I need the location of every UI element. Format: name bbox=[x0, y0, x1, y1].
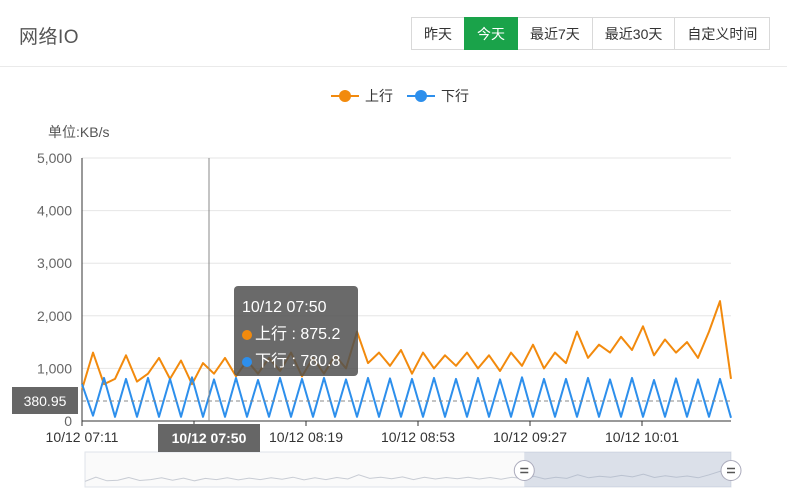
tooltip-dot-upload bbox=[242, 329, 252, 340]
chart-tooltip: 10/12 07:50 上行 : 875.2 下行 : 780.8 bbox=[234, 286, 358, 376]
tooltip-label-upload: 上行 bbox=[255, 326, 288, 343]
range-today-button[interactable]: 今天 bbox=[464, 17, 518, 50]
tooltip-row-download: 下行 : 780.8 bbox=[242, 348, 350, 375]
y-tick-label: 1,000 bbox=[37, 360, 72, 376]
tooltip-dot-download bbox=[242, 356, 252, 367]
tooltip-row-upload: 上行 : 875.2 bbox=[242, 321, 350, 348]
tooltip-value-download: 780.8 bbox=[300, 353, 341, 370]
download-series-line bbox=[81, 376, 732, 419]
x-tick-label: 10/12 07:11 bbox=[46, 429, 119, 445]
crosshair-x-label: 10/12 07:50 bbox=[158, 424, 260, 452]
tooltip-label-download: 下行 bbox=[255, 353, 288, 370]
zoom-slider-handle-end[interactable] bbox=[720, 460, 742, 481]
tooltip-time: 10/12 07:50 bbox=[242, 299, 327, 316]
zoom-slider-handle-start[interactable] bbox=[513, 460, 535, 481]
x-tick-label: 10/12 09:27 bbox=[493, 429, 567, 445]
y-tick-label: 5,000 bbox=[37, 150, 72, 166]
crosshair-y-label: 380.95 bbox=[12, 387, 78, 414]
tooltip-value-upload: 875.2 bbox=[300, 326, 341, 343]
y-tick-label: 0 bbox=[64, 413, 72, 429]
x-tick-label: 10/12 10:01 bbox=[605, 429, 679, 445]
y-tick-label: 2,000 bbox=[37, 308, 72, 324]
x-tick-label: 10/12 08:53 bbox=[381, 429, 455, 445]
upload-series-line bbox=[81, 300, 732, 390]
x-tick-label: 10/12 08:19 bbox=[269, 429, 343, 445]
y-tick-label: 4,000 bbox=[37, 203, 72, 219]
zoom-slider-selection[interactable] bbox=[524, 452, 731, 487]
y-tick-label: 3,000 bbox=[37, 255, 72, 271]
network-io-chart[interactable]: 5,000 4,000 3,000 2,000 1,000 010/12 07:11 10/… bbox=[0, 0, 787, 500]
